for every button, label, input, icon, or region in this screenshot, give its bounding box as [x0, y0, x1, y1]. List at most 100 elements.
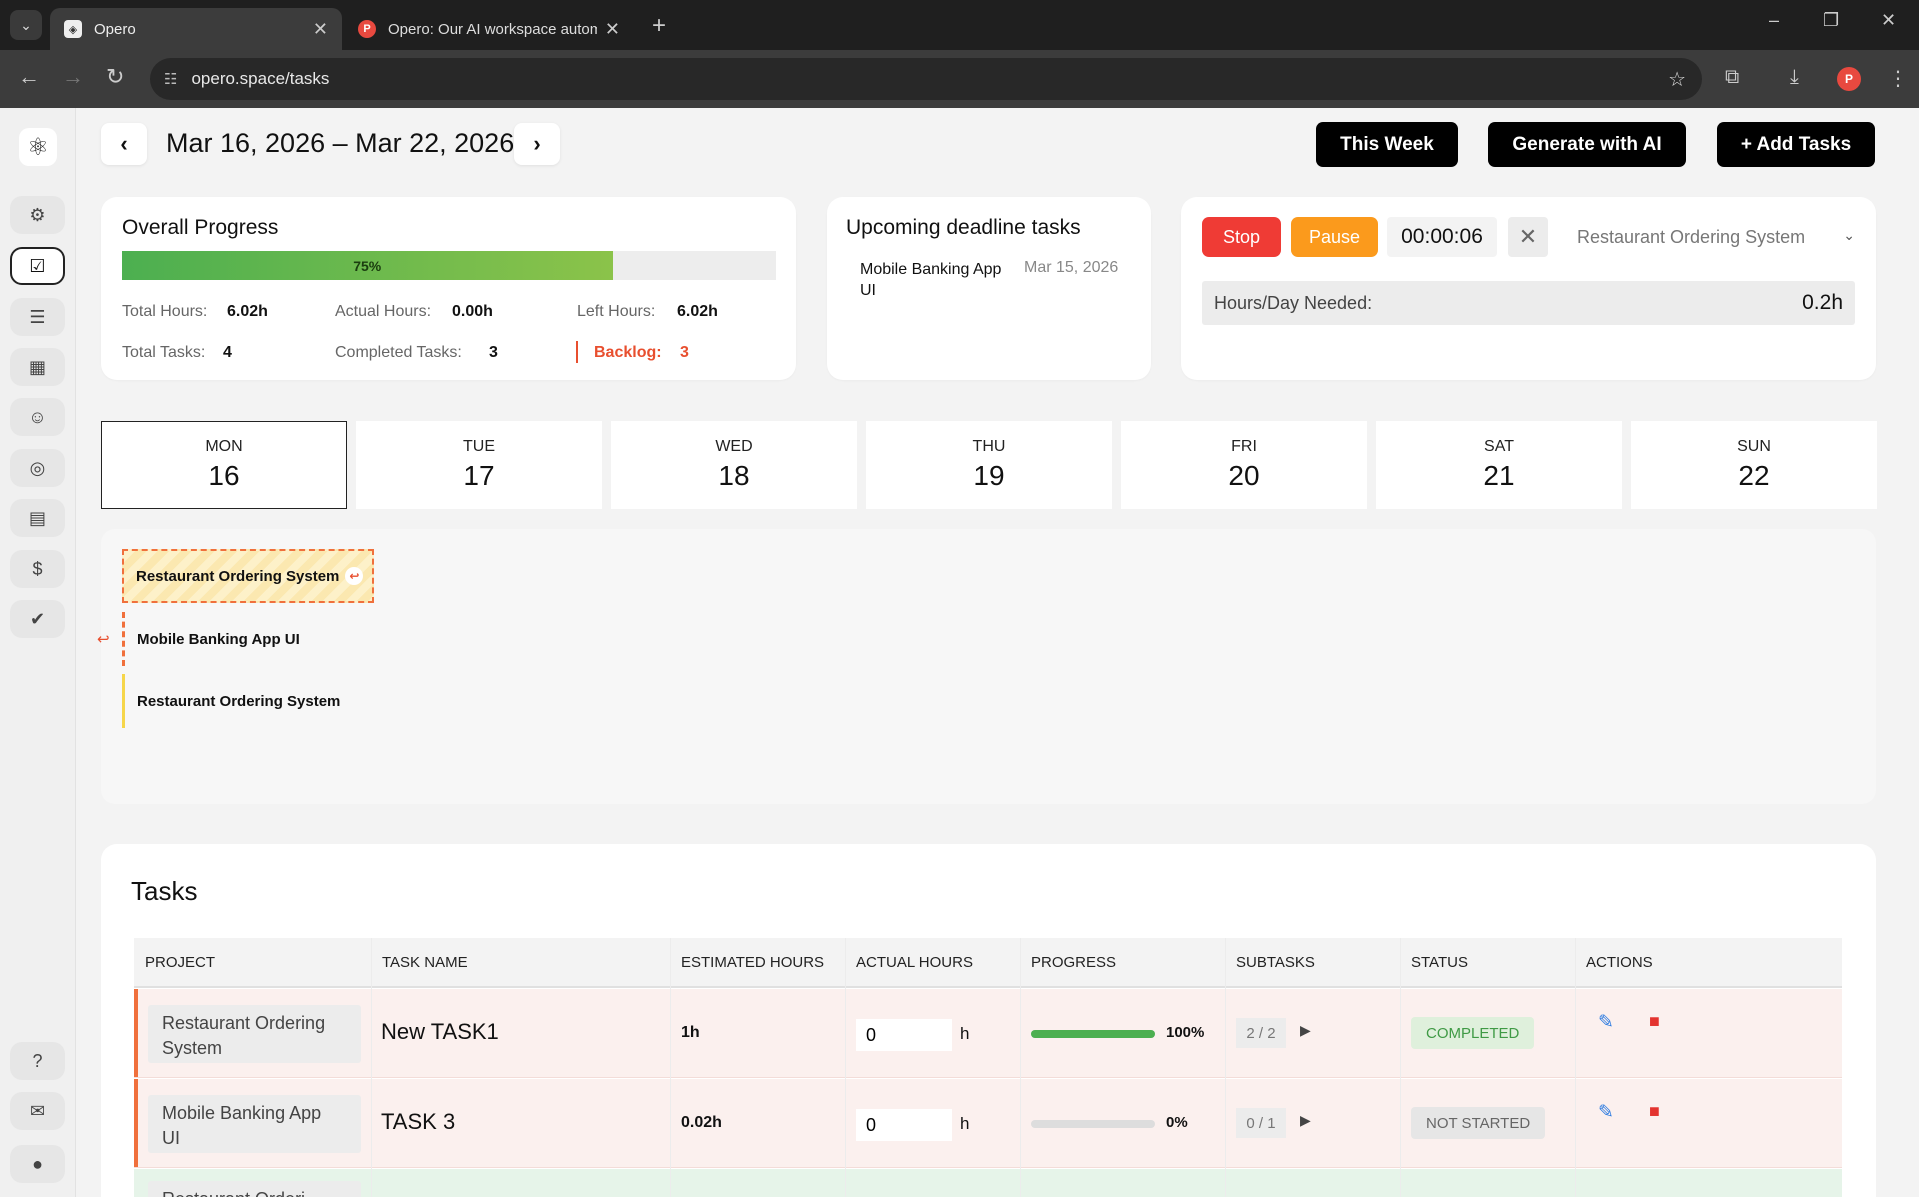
- extensions-icon[interactable]: ⧉: [1725, 66, 1739, 89]
- backlog-label[interactable]: Backlog:: [594, 344, 662, 362]
- prev-week-button[interactable]: ‹: [101, 123, 147, 165]
- sidebar-item-completed[interactable]: ✔: [10, 600, 65, 638]
- sidebar-item-team[interactable]: ☺: [10, 398, 65, 436]
- sidebar-help[interactable]: ?: [10, 1042, 65, 1080]
- column-divider: [1020, 938, 1021, 1197]
- actual-hours-input[interactable]: [856, 1109, 952, 1141]
- actual-hours-input[interactable]: [856, 1019, 952, 1051]
- back-icon[interactable]: ←: [18, 64, 40, 90]
- edit-icon[interactable]: ✎: [1598, 1101, 1614, 1124]
- day-tue[interactable]: TUE 17: [356, 421, 602, 509]
- sidebar-item-billing[interactable]: $: [10, 550, 65, 588]
- stop-button[interactable]: Stop: [1202, 217, 1281, 257]
- project-name-line1: Mobile Banking App: [162, 1103, 322, 1123]
- window-close-icon[interactable]: ✕: [1881, 10, 1896, 31]
- sidebar-item-board[interactable]: ☰: [10, 298, 65, 336]
- edit-icon[interactable]: ✎: [1598, 1011, 1614, 1034]
- schedule-item-label: Restaurant Ordering System: [136, 567, 340, 585]
- generate-ai-button[interactable]: Generate with AI: [1488, 122, 1686, 167]
- day-sun[interactable]: SUN 22: [1631, 421, 1877, 509]
- column-divider: [845, 938, 846, 1197]
- sidebar-item-dashboard[interactable]: ⚙: [10, 196, 65, 234]
- day-mon[interactable]: MON 16: [101, 421, 347, 509]
- site-info-icon[interactable]: ☷: [164, 70, 177, 88]
- day-sat[interactable]: SAT 21: [1376, 421, 1622, 509]
- schedule-item[interactable]: Mobile Banking App UI: [122, 612, 300, 666]
- column-header[interactable]: PROJECT: [145, 954, 215, 971]
- new-tab-button[interactable]: +: [652, 12, 666, 40]
- column-header[interactable]: ACTIONS: [1586, 954, 1653, 971]
- browser-tab-active[interactable]: ◈ Opero ✕: [50, 8, 342, 50]
- chat-icon: ✉: [29, 1100, 46, 1121]
- more-menu-icon[interactable]: ⋮: [1888, 66, 1908, 91]
- opero-logo-icon[interactable]: ⚛: [19, 128, 57, 166]
- tab-search-button[interactable]: ⌄: [10, 10, 42, 40]
- timer-close-button[interactable]: ✕: [1508, 217, 1548, 257]
- day-wed[interactable]: WED 18: [611, 421, 857, 509]
- column-header[interactable]: ACTUAL HOURS: [856, 954, 973, 971]
- status-badge: COMPLETED: [1411, 1017, 1535, 1049]
- sidebar-item-tasks[interactable]: ☑: [10, 247, 65, 285]
- sidebar-profile[interactable]: ●: [10, 1145, 65, 1183]
- forward-icon[interactable]: →: [62, 64, 84, 90]
- restore-icon[interactable]: ❐: [1823, 10, 1839, 31]
- timer-project-select[interactable]: Restaurant Ordering System ⌄: [1577, 227, 1855, 248]
- tab-title: Opero: [94, 20, 136, 38]
- delete-icon[interactable]: ■: [1649, 1101, 1660, 1122]
- sidebar-item-goals[interactable]: ◎: [10, 449, 65, 487]
- column-header[interactable]: SUBTASKS: [1236, 954, 1315, 971]
- profile-avatar[interactable]: P: [1837, 67, 1861, 91]
- pause-button[interactable]: Pause: [1291, 217, 1378, 257]
- expand-subtasks-icon[interactable]: ▶: [1300, 1022, 1311, 1039]
- column-header[interactable]: TASK NAME: [382, 954, 468, 971]
- actual-hours-label: Actual Hours:: [335, 303, 432, 320]
- column-header[interactable]: PROGRESS: [1031, 954, 1116, 971]
- schedule-item[interactable]: Restaurant Ordering System: [122, 674, 340, 728]
- dollar-icon: $: [32, 558, 43, 579]
- this-week-button[interactable]: This Week: [1316, 122, 1458, 167]
- task-name[interactable]: TASK 3: [381, 1109, 455, 1135]
- table-row[interactable]: Restaurant Ordering System New TASK1 1h …: [134, 989, 1842, 1078]
- left-hours-label: Left Hours:: [577, 303, 656, 320]
- column-header[interactable]: STATUS: [1411, 954, 1468, 971]
- project-name-line2: System: [162, 1038, 223, 1058]
- sidebar-messages[interactable]: ✉: [10, 1092, 65, 1130]
- next-week-button[interactable]: ›: [514, 123, 560, 165]
- day-thu[interactable]: THU 19: [866, 421, 1112, 509]
- task-progress-fill: [1031, 1030, 1155, 1038]
- column-divider: [670, 938, 671, 1197]
- reload-icon[interactable]: ↻: [106, 64, 124, 90]
- download-icon[interactable]: ⤓: [1790, 66, 1799, 89]
- add-tasks-button[interactable]: + Add Tasks: [1717, 122, 1875, 167]
- close-icon: ✕: [1518, 224, 1538, 249]
- close-tab-icon[interactable]: ✕: [313, 19, 328, 40]
- delete-icon[interactable]: ■: [1649, 1011, 1660, 1032]
- table-row[interactable]: Mobile Banking App UI TASK 3 0.02h h 0% …: [134, 1079, 1842, 1168]
- hours-per-day-row: Hours/Day Needed: 0.2h: [1202, 281, 1855, 325]
- board-icon: ☰: [29, 306, 46, 327]
- user-icon: ●: [32, 1153, 43, 1174]
- close-tab-icon[interactable]: ✕: [605, 19, 620, 40]
- expand-subtasks-icon[interactable]: ▶: [1300, 1112, 1311, 1129]
- total-hours-label: Total Hours:: [122, 303, 208, 320]
- schedule-item[interactable]: Restaurant Ordering System ↩: [122, 549, 374, 603]
- day-name: MON: [205, 438, 243, 455]
- row-accent: [134, 1079, 138, 1167]
- chart-icon: ▦: [28, 356, 46, 377]
- upcoming-task-name-line1: Mobile Banking App: [860, 261, 1002, 278]
- bookmark-star-icon[interactable]: ☆: [1668, 67, 1686, 92]
- day-fri[interactable]: FRI 20: [1121, 421, 1367, 509]
- column-divider: [1400, 938, 1401, 1197]
- table-row[interactable]: Restaurant Orderi: [134, 1169, 1842, 1197]
- address-bar[interactable]: ☷ opero.space/tasks ☆: [150, 58, 1702, 100]
- task-name[interactable]: New TASK1: [381, 1019, 499, 1045]
- minimize-icon[interactable]: –: [1769, 10, 1779, 31]
- sidebar-item-wallet[interactable]: ▤: [10, 499, 65, 537]
- task-progress-text: 0%: [1166, 1114, 1188, 1131]
- schedule-item-label: Restaurant Ordering System: [137, 692, 341, 710]
- upcoming-task-name[interactable]: Mobile Banking App UI: [860, 259, 1001, 301]
- sidebar-item-analytics[interactable]: ▦: [10, 348, 65, 386]
- column-header[interactable]: ESTIMATED HOURS: [681, 954, 824, 971]
- day-name: WED: [715, 438, 753, 455]
- browser-tab[interactable]: P Opero: Our AI workspace autom ✕: [344, 8, 634, 50]
